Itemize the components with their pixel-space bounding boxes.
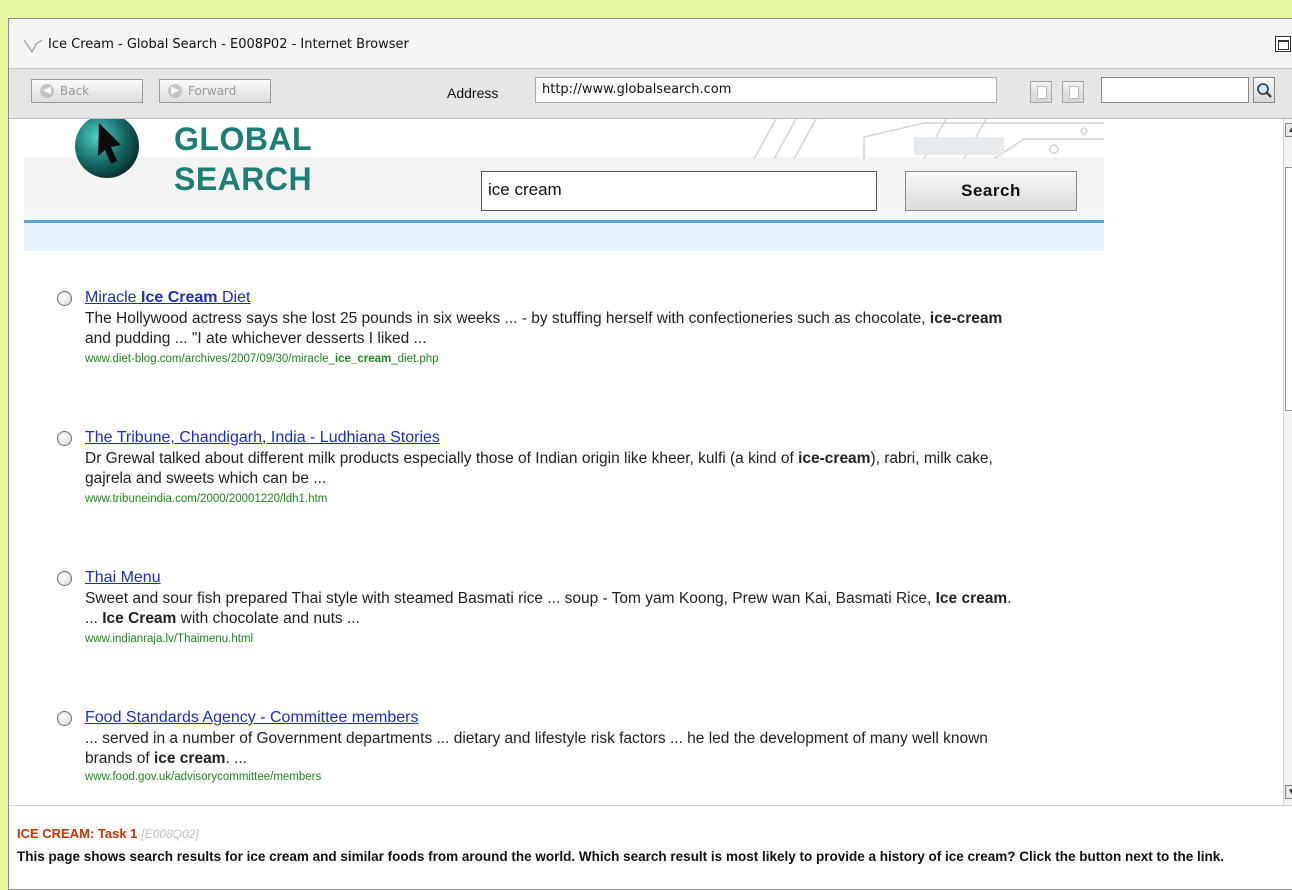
result-title-link[interactable]: Miracle Ice Cream Diet xyxy=(85,289,250,307)
address-toolbar: ◀ Back ▶ Forward Address http://www.glob… xyxy=(9,69,1292,119)
site-header: GLOBAL SEARCH ice cream Search xyxy=(24,119,1104,251)
site-name-line1: GLOBAL xyxy=(174,121,313,157)
task-heading: ICE CREAM: Task 1 [E008Q02] xyxy=(17,826,199,841)
cursor-globe-logo xyxy=(75,119,139,178)
back-label: Back xyxy=(60,84,90,98)
address-label: Address xyxy=(447,85,499,101)
result-url: www.indianraja.lv/Thaimenu.html xyxy=(85,633,254,645)
task-panel: ICE CREAM: Task 1 [E008Q02] This page sho… xyxy=(9,805,1292,889)
header-band xyxy=(24,223,1104,251)
vertical-scrollbar[interactable]: ▲ ▼ xyxy=(1283,119,1292,805)
browser-icon xyxy=(23,39,43,54)
browser-window: Ice Cream - Global Search - E008P02 - In… xyxy=(8,18,1292,890)
result-snippet: Dr Grewal talked about different milk pr… xyxy=(85,450,993,487)
forward-arrow-icon: ▶ xyxy=(168,84,182,98)
forward-label: Forward xyxy=(188,84,237,98)
result-radio-button[interactable] xyxy=(57,291,72,306)
back-arrow-icon: ◀ xyxy=(40,84,54,98)
paste-icon[interactable] xyxy=(1062,81,1084,103)
task-instructions: This page shows search results for ice c… xyxy=(17,849,1225,864)
result-snippet: Sweet and sour fish prepared Thai style … xyxy=(85,590,1012,627)
magnifier-icon xyxy=(1257,83,1272,98)
scroll-up-icon[interactable]: ▲ xyxy=(1285,123,1292,137)
scroll-down-icon[interactable]: ▼ xyxy=(1285,785,1292,799)
result-url: www.food.gov.uk/advisorycommittee/member… xyxy=(85,771,322,783)
task-code: [E008Q02] xyxy=(141,827,199,841)
maximize-button[interactable] xyxy=(1275,36,1291,52)
window-title: Ice Cream - Global Search - E008P02 - In… xyxy=(48,37,409,52)
title-bar: Ice Cream - Global Search - E008P02 - In… xyxy=(9,19,1292,69)
site-search-button[interactable]: Search xyxy=(905,171,1077,211)
result-radio-button[interactable] xyxy=(57,431,72,446)
back-button[interactable]: ◀ Back xyxy=(31,79,143,103)
copy-icon[interactable] xyxy=(1030,81,1052,103)
address-input[interactable]: http://www.globalsearch.com xyxy=(535,77,997,103)
forward-button[interactable]: ▶ Forward xyxy=(159,79,271,103)
result-url: www.diet-blog.com/archives/2007/09/30/mi… xyxy=(85,353,439,365)
site-search-input[interactable]: ice cream xyxy=(481,171,877,211)
result-radio-button[interactable] xyxy=(57,711,72,726)
scroll-thumb[interactable] xyxy=(1285,167,1292,411)
result-title-link[interactable]: Food Standards Agency - Committee member… xyxy=(85,709,418,727)
result-title-link[interactable]: The Tribune, Chandigarh, India - Ludhian… xyxy=(85,429,440,447)
page-content: GLOBAL SEARCH ice cream Search Miracle I… xyxy=(9,119,1283,805)
site-name-line2: SEARCH xyxy=(174,161,313,197)
result-title-link[interactable]: Thai Menu xyxy=(85,569,161,587)
result-snippet: ... served in a number of Government dep… xyxy=(85,730,988,767)
browser-search-button[interactable] xyxy=(1253,77,1275,103)
browser-search-input[interactable] xyxy=(1101,77,1249,103)
result-url: www.tribuneindia.com/2000/20001220/ldh1.… xyxy=(85,493,328,505)
result-radio-button[interactable] xyxy=(57,571,72,586)
result-snippet: The Hollywood actress says she lost 25 p… xyxy=(85,310,1003,347)
circuit-decoration xyxy=(753,119,1104,159)
task-title: ICE CREAM: Task 1 xyxy=(17,826,138,841)
